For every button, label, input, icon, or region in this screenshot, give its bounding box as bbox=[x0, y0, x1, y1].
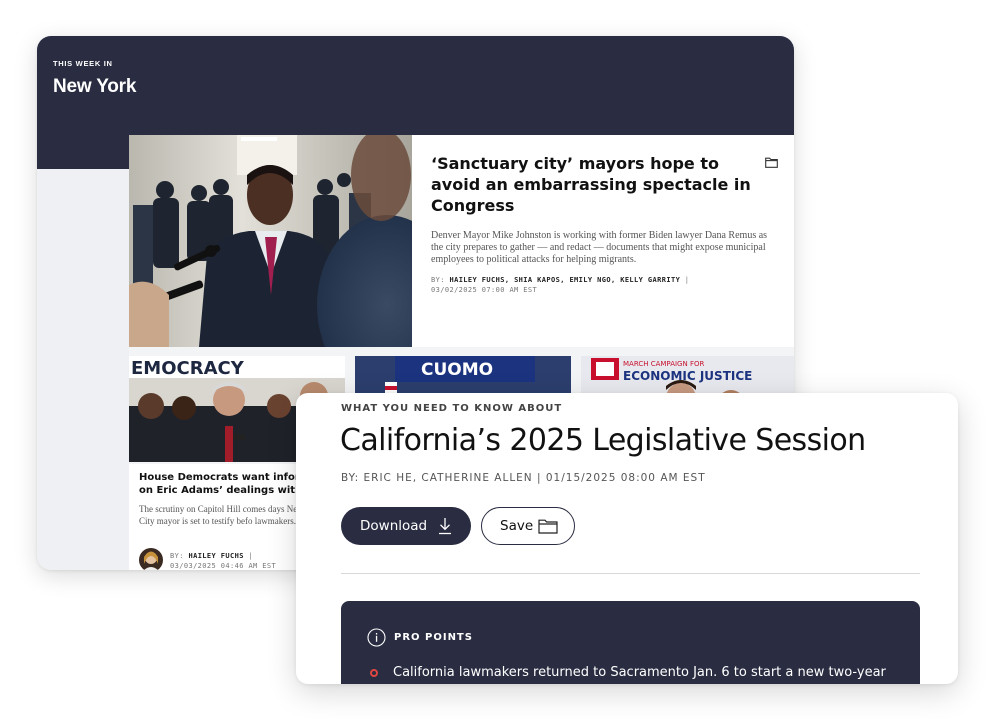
section-title: New York bbox=[53, 76, 137, 97]
thumb3-sign-line2: ECONOMIC JUSTICE bbox=[623, 369, 752, 383]
info-icon[interactable] bbox=[367, 628, 386, 647]
feature-headline[interactable]: ‘Sanctuary city’ mayors hope to avoid an… bbox=[431, 153, 761, 216]
thumb2-sign-text: CUOMO bbox=[421, 360, 493, 380]
author-avatar bbox=[139, 548, 163, 570]
byline-separator: | bbox=[243, 552, 254, 560]
download-icon bbox=[437, 517, 453, 535]
download-button-label: Download bbox=[360, 518, 428, 534]
feature-byline: BY: HAILEY FUCHS, SHIA KAPOS, EMILY NGO,… bbox=[431, 275, 771, 295]
feature-timestamp: 03/02/2025 07:00 AM EST bbox=[431, 286, 538, 294]
section-divider bbox=[341, 573, 920, 574]
byline-authors[interactable]: HAILEY FUCHS, SHIA KAPOS, EMILY NGO, KEL… bbox=[449, 276, 680, 284]
pro-points-label: PRO POINTS bbox=[394, 632, 473, 643]
bullet-icon bbox=[370, 669, 378, 677]
byline-label: BY: bbox=[170, 552, 184, 560]
feature-story[interactable]: ‘Sanctuary city’ mayors hope to avoid an… bbox=[129, 135, 794, 347]
feature-photo[interactable] bbox=[129, 135, 412, 347]
story1-author[interactable]: HAILEY FUCHS bbox=[188, 552, 243, 560]
download-button[interactable]: Download bbox=[341, 507, 471, 545]
save-button[interactable]: Save bbox=[481, 507, 575, 545]
story1-timestamp: 03/03/2025 04:46 AM EST bbox=[170, 562, 277, 570]
pro-points-panel: PRO POINTS California lawmakers returned… bbox=[341, 601, 920, 684]
briefing-byline: BY: ERIC HE, CATHERINE ALLEN | 01/15/202… bbox=[341, 472, 706, 484]
briefing-title: California’s 2025 Legislative Session bbox=[340, 423, 866, 458]
section-kicker: THIS WEEK IN bbox=[53, 59, 113, 68]
briefing-kicker: WHAT YOU NEED TO KNOW ABOUT bbox=[341, 403, 563, 414]
sidebar-panel bbox=[37, 169, 129, 570]
byline-label: BY: bbox=[431, 276, 445, 284]
folder-icon bbox=[538, 519, 558, 534]
feature-text: ‘Sanctuary city’ mayors hope to avoid an… bbox=[431, 153, 771, 295]
briefing-card: WHAT YOU NEED TO KNOW ABOUT California’s… bbox=[296, 393, 958, 684]
feature-dek: Denver Mayor Mike Johnston is working wi… bbox=[431, 230, 768, 265]
save-button-label: Save bbox=[500, 518, 534, 534]
thumb3-sign-line1: MARCH CAMPAIGN FOR bbox=[623, 360, 704, 368]
thumb1-sign-text: EMOCRACY bbox=[131, 358, 245, 379]
pro-point-item: California lawmakers returned to Sacrame… bbox=[393, 665, 886, 680]
byline-separator: | bbox=[680, 276, 690, 284]
